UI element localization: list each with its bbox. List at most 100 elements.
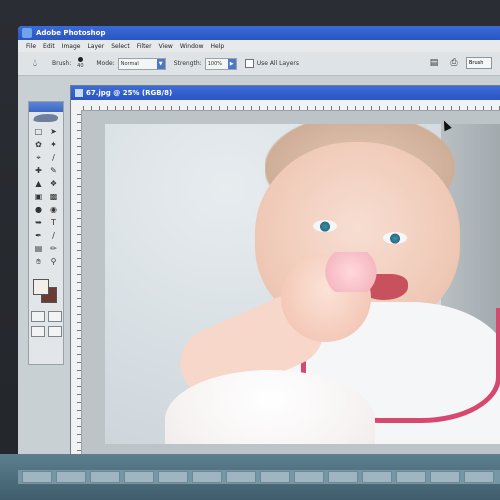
ruler-tick <box>77 258 81 259</box>
healing-icon[interactable]: ✚ <box>31 165 46 176</box>
dodge-icon[interactable]: ◉ <box>46 204 61 215</box>
brush-picker[interactable]: 40 <box>74 56 86 71</box>
strength-label: Strength: <box>173 60 202 67</box>
printer-icon[interactable]: ⎙ <box>448 57 460 69</box>
ruler-tick <box>77 346 81 347</box>
menu-view[interactable]: View <box>159 43 173 50</box>
path-select-icon[interactable]: ➥ <box>31 217 46 228</box>
document-icon <box>75 89 83 97</box>
ruler-tick <box>77 394 81 395</box>
marquee-icon[interactable]: □ <box>31 126 46 137</box>
taskbar-button[interactable] <box>90 471 120 483</box>
eraser-icon[interactable]: ▣ <box>31 191 46 202</box>
use-all-layers-checkbox[interactable] <box>244 59 254 68</box>
ruler-tick <box>77 322 81 323</box>
taskbar <box>0 454 500 500</box>
toolbox: □ ➤ ✿ ✦ ⌖ ∕ ✚ ✎ ▲ ❖ ▣ ▩ ● ◉ ➥ T ✒ ∕ ▤ ✏ … <box>28 101 64 365</box>
lasso-icon[interactable]: ✿ <box>31 139 46 150</box>
ruler-tick <box>123 106 124 110</box>
ruler-tick <box>323 106 324 110</box>
ruler-tick <box>77 338 81 339</box>
document-titlebar[interactable]: 67.jpg @ 25% (RGB/8) <box>71 86 500 100</box>
taskbar-button[interactable] <box>430 471 460 483</box>
ruler-tick <box>267 106 268 110</box>
menu-edit[interactable]: Edit <box>43 43 55 50</box>
menu-select[interactable]: Select <box>111 43 130 50</box>
ruler-tick <box>411 106 412 110</box>
ruler-tick <box>435 106 436 110</box>
taskbar-button[interactable] <box>226 471 256 483</box>
notes-icon[interactable]: ▤ <box>31 243 46 254</box>
ruler-top[interactable] <box>71 100 500 111</box>
mode-select[interactable]: Normal ▼ <box>117 57 166 70</box>
ruler-tick <box>77 266 81 267</box>
ruler-tick <box>259 106 260 110</box>
screen-mode-full-button[interactable] <box>47 326 62 337</box>
ruler-tick <box>347 106 348 110</box>
taskbar-button[interactable] <box>294 471 324 483</box>
taskbar-button[interactable] <box>362 471 392 483</box>
menu-layer[interactable]: Layer <box>87 43 104 50</box>
toolbox-header[interactable] <box>29 102 63 112</box>
ruler-left[interactable] <box>71 110 82 456</box>
taskbar-button[interactable] <box>260 471 290 483</box>
menu-window[interactable]: Window <box>180 43 204 50</box>
ruler-tick <box>77 138 81 139</box>
brush-icon[interactable]: ✎ <box>46 165 61 176</box>
taskbar-button[interactable] <box>328 471 358 483</box>
ruler-tick <box>77 202 81 203</box>
ruler-tick <box>419 106 420 110</box>
menu-bar: File Edit Image Layer Select Filter View… <box>18 40 500 52</box>
gradient-icon[interactable]: ▩ <box>46 191 61 202</box>
menu-help[interactable]: Help <box>211 43 225 50</box>
move-icon[interactable]: ➤ <box>46 126 61 137</box>
screen-modes <box>29 326 63 337</box>
palette-icon[interactable]: ▤ <box>428 57 440 69</box>
ruler-tick <box>77 402 81 403</box>
blur-icon[interactable]: ● <box>31 204 46 215</box>
history-brush-icon[interactable]: ❖ <box>46 178 61 189</box>
ruler-tick <box>77 210 81 211</box>
ruler-tick <box>77 194 81 195</box>
eyedropper-icon[interactable]: ✏ <box>46 243 61 254</box>
slice-icon[interactable]: ∕ <box>46 152 61 163</box>
ruler-tick <box>211 106 212 110</box>
ruler-tick <box>77 298 81 299</box>
type-icon[interactable]: T <box>46 217 61 228</box>
ruler-tick <box>77 434 81 435</box>
taskbar-button[interactable] <box>158 471 188 483</box>
ruler-tick <box>483 106 484 110</box>
menu-file[interactable]: File <box>26 43 36 50</box>
magic-wand-icon[interactable]: ✦ <box>46 139 61 150</box>
image-canvas[interactable] <box>105 124 500 444</box>
taskbar-button[interactable] <box>22 471 52 483</box>
screen-mode-standard-button[interactable] <box>30 326 45 337</box>
droplet-icon[interactable]: 💧︎ <box>28 57 42 71</box>
hand-icon[interactable]: ✋︎ <box>31 256 46 267</box>
zoom-icon[interactable]: ⚲ <box>46 256 61 267</box>
menu-image[interactable]: Image <box>62 43 81 50</box>
foreground-color-swatch[interactable] <box>33 279 49 295</box>
standard-mode-button[interactable] <box>30 311 45 322</box>
brushes-tab[interactable]: Brush <box>466 57 492 69</box>
crop-icon[interactable]: ⌖ <box>31 152 46 163</box>
quickmask-mode-button[interactable] <box>47 311 62 322</box>
ruler-tick <box>77 234 81 235</box>
ruler-tick <box>307 106 308 110</box>
taskbar-button[interactable] <box>192 471 222 483</box>
stamp-icon[interactable]: ▲ <box>31 178 46 189</box>
pen-icon[interactable]: ✒ <box>31 230 46 241</box>
ruler-tick <box>77 274 81 275</box>
taskbar-button[interactable] <box>396 471 426 483</box>
taskbar-button[interactable] <box>464 471 494 483</box>
ruler-tick <box>77 378 81 379</box>
taskbar-button[interactable] <box>124 471 154 483</box>
ruler-tick <box>77 218 81 219</box>
taskbar-button[interactable] <box>56 471 86 483</box>
menu-filter[interactable]: Filter <box>137 43 152 50</box>
strength-field[interactable]: 100% ▶ <box>204 57 237 70</box>
ruler-tick <box>203 106 204 110</box>
mask-modes <box>29 311 63 322</box>
line-icon[interactable]: ∕ <box>46 230 61 241</box>
screen: Adobe Photoshop File Edit Image Layer Se… <box>18 26 500 500</box>
